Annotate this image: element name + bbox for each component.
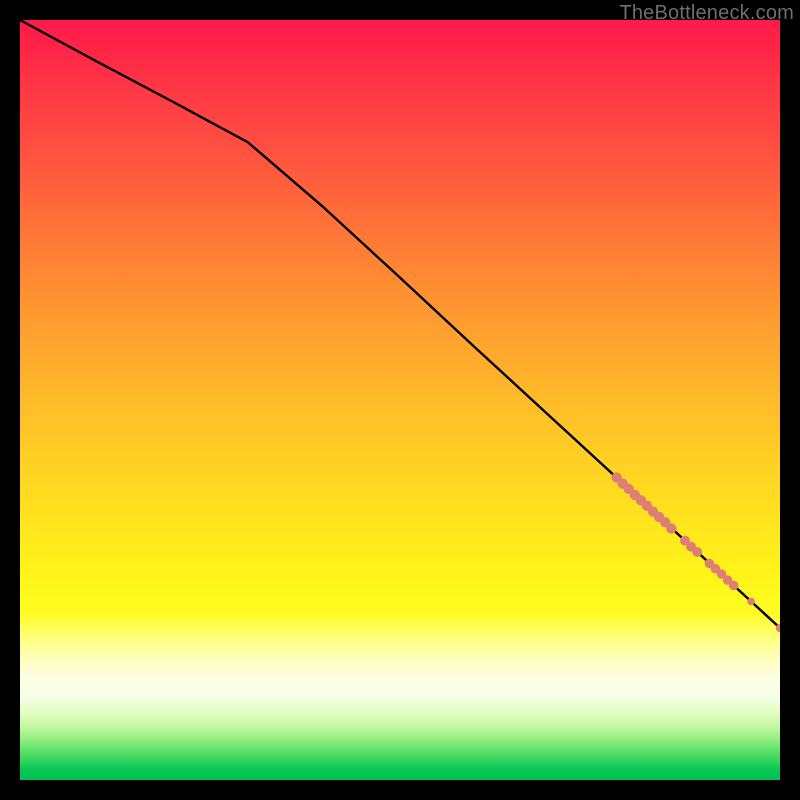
marker-layer <box>611 472 780 632</box>
curve-line <box>20 20 780 628</box>
chart-svg <box>20 20 780 780</box>
plot-area <box>20 20 780 780</box>
data-marker <box>747 598 755 606</box>
data-marker <box>666 523 676 533</box>
data-marker <box>692 547 702 557</box>
chart-stage: TheBottleneck.com <box>0 0 800 800</box>
watermark-text: TheBottleneck.com <box>619 2 794 25</box>
data-marker <box>729 581 739 591</box>
